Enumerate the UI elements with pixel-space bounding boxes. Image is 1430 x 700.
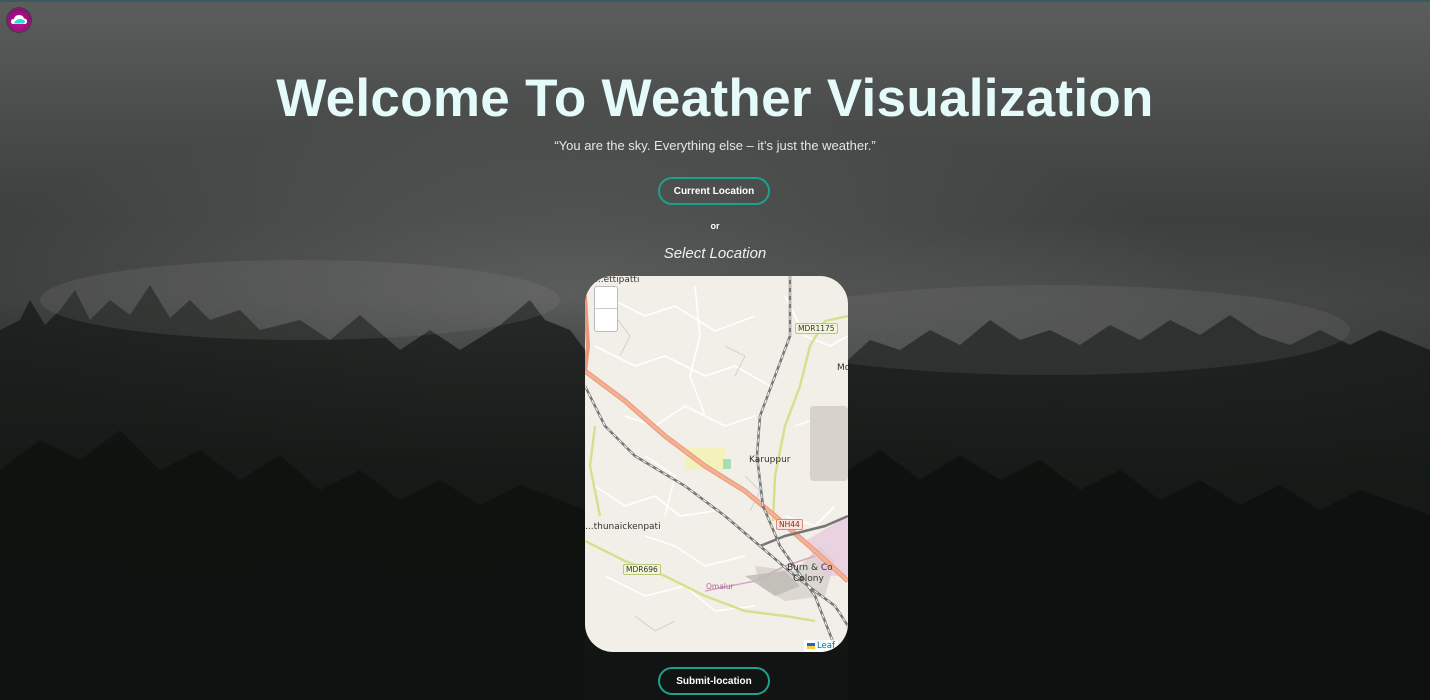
map-attribution[interactable]: Leaf <box>803 640 838 652</box>
map-place-label: Mo <box>837 363 848 373</box>
attribution-link[interactable]: Leaf <box>817 641 835 651</box>
map-place-label: Burn & Co <box>787 563 833 573</box>
top-border <box>0 0 1430 2</box>
road-badge: NH44 <box>776 519 803 530</box>
map-place-label: ...thunaickenpati <box>585 522 661 532</box>
map-zoom-control[interactable] <box>594 286 618 332</box>
road-badge: MDR1175 <box>795 323 838 334</box>
map-place-label: Omalur <box>706 582 734 591</box>
map-place-label: ...ettipatti <box>595 276 640 285</box>
select-location-heading: Select Location <box>663 245 767 262</box>
or-separator: or <box>710 221 720 231</box>
submit-location-button[interactable]: Submit-location <box>658 667 770 695</box>
location-map[interactable]: ...ettipatti Karuppur ...thunaickenpati … <box>585 276 848 652</box>
road-badge: MDR696 <box>623 564 661 575</box>
flag-icon <box>806 643 815 649</box>
page-title: Welcome To Weather Visualization <box>276 69 1154 128</box>
zoom-out-icon[interactable] <box>595 309 617 330</box>
cloud-logo-icon[interactable] <box>7 8 31 32</box>
zoom-in-icon[interactable] <box>595 287 617 309</box>
map-place-label: Colony <box>793 574 824 584</box>
current-location-button[interactable]: Current Location <box>658 177 770 205</box>
tagline-quote: “You are the sky. Everything else – it’s… <box>554 138 876 153</box>
map-place-label: Karuppur <box>749 455 791 465</box>
